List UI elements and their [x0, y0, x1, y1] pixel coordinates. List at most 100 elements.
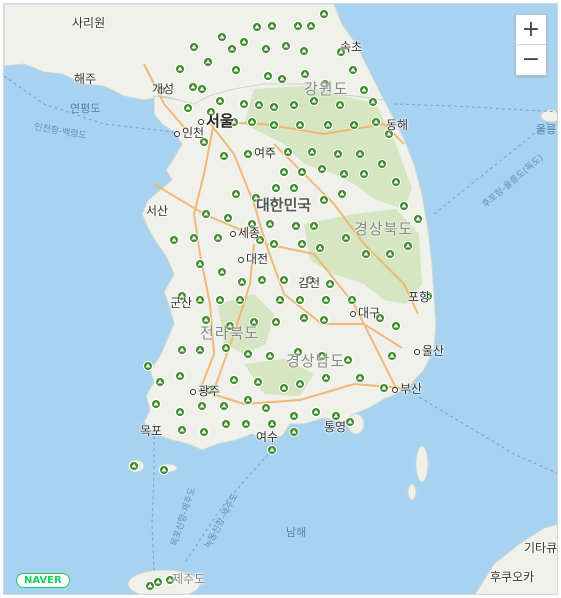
facility-marker[interactable] [355, 373, 365, 383]
facility-marker[interactable] [317, 164, 327, 174]
facility-marker[interactable] [219, 401, 229, 411]
facility-marker[interactable] [306, 21, 316, 31]
facility-marker[interactable] [267, 21, 277, 31]
naver-logo[interactable]: NAVER [16, 573, 70, 588]
facility-marker[interactable] [289, 183, 299, 193]
zoom-in-button[interactable]: + [516, 15, 546, 45]
facility-marker[interactable] [243, 349, 253, 359]
facility-marker[interactable] [275, 295, 285, 305]
facility-marker[interactable] [325, 279, 335, 289]
facility-marker[interactable] [195, 345, 205, 355]
facility-marker[interactable] [269, 120, 279, 130]
facility-marker[interactable] [215, 295, 225, 305]
facility-marker[interactable] [213, 233, 223, 243]
facility-marker[interactable] [177, 425, 187, 435]
facility-marker[interactable] [221, 343, 231, 353]
facility-marker[interactable] [203, 57, 213, 67]
facility-marker[interactable] [143, 361, 153, 371]
facility-marker[interactable] [252, 22, 262, 32]
facility-marker[interactable] [175, 64, 185, 74]
facility-marker[interactable] [297, 239, 307, 249]
facility-marker[interactable] [299, 313, 309, 323]
facility-marker[interactable] [309, 221, 319, 231]
facility-marker[interactable] [215, 96, 225, 106]
facility-marker[interactable] [295, 120, 305, 130]
facility-marker[interactable] [361, 249, 371, 259]
facility-marker[interactable] [183, 103, 193, 113]
facility-marker[interactable] [265, 219, 275, 229]
facility-marker[interactable] [371, 117, 381, 127]
facility-marker[interactable] [295, 379, 305, 389]
facility-marker[interactable] [307, 147, 317, 157]
facility-marker[interactable] [348, 65, 358, 75]
facility-marker[interactable] [271, 317, 281, 327]
facility-marker[interactable] [261, 44, 271, 54]
facility-marker[interactable] [319, 315, 329, 325]
facility-marker[interactable] [339, 169, 349, 179]
facility-marker[interactable] [319, 195, 329, 205]
facility-marker[interactable] [199, 427, 209, 437]
facility-marker[interactable] [263, 71, 273, 81]
facility-marker[interactable] [237, 277, 247, 287]
facility-marker[interactable] [201, 209, 211, 219]
facility-marker[interactable] [311, 407, 321, 417]
facility-marker[interactable] [315, 243, 325, 253]
facility-marker[interactable] [175, 407, 185, 417]
facility-marker[interactable] [175, 371, 185, 381]
facility-marker[interactable] [349, 120, 359, 130]
facility-marker[interactable] [279, 383, 289, 393]
facility-marker[interactable] [151, 399, 161, 409]
map-viewport[interactable]: 사리원 해주 개성 연평도 인천항-백령도 인천 서울 속초 강원도 동해 울릉… [3, 3, 558, 595]
facility-marker[interactable] [293, 21, 303, 31]
facility-marker[interactable] [335, 100, 345, 110]
facility-marker[interactable] [231, 189, 241, 199]
facility-marker[interactable] [257, 275, 267, 285]
facility-marker[interactable] [289, 427, 299, 437]
facility-marker[interactable] [299, 46, 309, 56]
facility-marker[interactable] [261, 403, 271, 413]
facility-marker[interactable] [289, 100, 299, 110]
facility-marker[interactable] [217, 32, 227, 42]
facility-marker[interactable] [377, 159, 387, 169]
facility-marker[interactable] [281, 41, 291, 51]
facility-marker[interactable] [291, 221, 301, 231]
facility-marker[interactable] [189, 42, 199, 52]
facility-marker[interactable] [188, 82, 198, 92]
facility-marker[interactable] [155, 377, 165, 387]
facility-marker[interactable] [359, 85, 369, 95]
facility-marker[interactable] [269, 239, 279, 249]
facility-marker[interactable] [267, 445, 277, 455]
facility-marker[interactable] [359, 169, 369, 179]
facility-marker[interactable] [169, 235, 179, 245]
facility-marker[interactable] [219, 151, 229, 161]
facility-marker[interactable] [279, 167, 289, 177]
facility-marker[interactable] [229, 375, 239, 385]
facility-marker[interactable] [145, 581, 155, 591]
facility-marker[interactable] [195, 259, 205, 269]
facility-marker[interactable] [129, 461, 139, 471]
facility-marker[interactable] [341, 233, 351, 243]
facility-marker[interactable] [413, 214, 423, 224]
facility-marker[interactable] [271, 183, 281, 193]
facility-marker[interactable] [387, 351, 397, 361]
facility-marker[interactable] [321, 295, 331, 305]
facility-marker[interactable] [265, 351, 275, 361]
facility-marker[interactable] [195, 295, 205, 305]
facility-marker[interactable] [379, 383, 389, 393]
facility-marker[interactable] [323, 120, 333, 130]
facility-marker[interactable] [269, 102, 279, 112]
facility-marker[interactable] [239, 99, 249, 109]
facility-marker[interactable] [321, 373, 331, 383]
facility-marker[interactable] [279, 275, 289, 285]
facility-marker[interactable] [403, 241, 413, 251]
facility-marker[interactable] [223, 213, 233, 223]
facility-marker[interactable] [227, 44, 237, 54]
facility-marker[interactable] [345, 417, 355, 427]
facility-marker[interactable] [159, 465, 169, 475]
facility-marker[interactable] [243, 149, 253, 159]
facility-marker[interactable] [297, 167, 307, 177]
facility-marker[interactable] [391, 177, 401, 187]
facility-marker[interactable] [243, 395, 253, 405]
facility-marker[interactable] [247, 117, 257, 127]
facility-marker[interactable] [221, 419, 231, 429]
